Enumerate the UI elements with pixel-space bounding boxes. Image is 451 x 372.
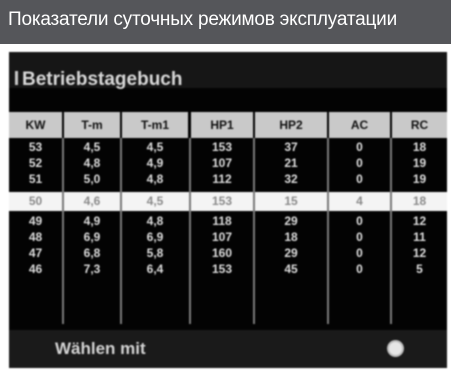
table-cell: 19 xyxy=(412,172,427,186)
table-cell: 51 xyxy=(28,172,43,186)
table-cell: 29 xyxy=(284,214,298,228)
table-cell: 46 xyxy=(28,262,43,276)
table-cell: 48 xyxy=(28,230,43,244)
table-cell: 153 xyxy=(211,262,233,276)
column-header: T-m xyxy=(64,112,120,138)
operating-log-table: KW T-m T-m1 HP1 HP2 AC RC 53 4,5 4,5 153 37 0 18 52 4,… xyxy=(9,112,447,324)
table-cell: 112 xyxy=(212,172,232,186)
column-divider xyxy=(390,138,392,324)
table-cell: 6,9 xyxy=(146,230,164,244)
table-cell: 7,3 xyxy=(83,262,101,276)
screen-header: Betriebstagebuch xyxy=(9,52,447,90)
footer-hint: Wählen mit xyxy=(55,339,146,358)
column-divider xyxy=(253,138,255,324)
column-divider xyxy=(327,138,329,324)
table-cell: 4,9 xyxy=(83,214,101,228)
title-bar: Показатели суточных режимов эксплуатации xyxy=(0,0,451,44)
window-title: Показатели суточных режимов эксплуатации xyxy=(8,9,397,30)
table-row[interactable]: 48 6,9 6,9 107 18 0 11 xyxy=(9,230,447,245)
table-cell: 50 xyxy=(28,194,43,208)
rotary-knob-icon xyxy=(389,342,402,355)
table-cell: 5,0 xyxy=(83,172,101,186)
column-header: RC xyxy=(392,112,447,138)
screen-footer: Wählen mit xyxy=(9,330,447,368)
table-row-selected[interactable]: 50 4,6 4,5 153 15 4 18 xyxy=(9,192,447,211)
table-cell: 118 xyxy=(212,214,232,228)
table-cell: 4 xyxy=(356,194,363,208)
table-cell: 18 xyxy=(284,230,298,244)
table-cell: 52 xyxy=(28,156,43,170)
column-divider xyxy=(189,138,191,324)
table-cell: 37 xyxy=(284,140,298,154)
table-cell: 0 xyxy=(356,172,363,186)
table-cell: 12 xyxy=(412,214,427,228)
table-cell: 0 xyxy=(356,156,363,170)
table-row[interactable]: 53 4,5 4,5 153 37 0 18 xyxy=(9,140,447,155)
table-cell: 107 xyxy=(211,156,233,170)
table-row[interactable]: 47 6,8 5,8 160 29 0 12 xyxy=(9,246,447,261)
table-cell: 6,9 xyxy=(83,230,101,244)
table-cell: 0 xyxy=(356,230,363,244)
table-cell: 5,8 xyxy=(146,246,164,260)
table-row[interactable]: 51 5,0 4,8 112 32 0 19 xyxy=(9,172,447,187)
table-cell: 0 xyxy=(356,246,363,260)
column-header: AC xyxy=(329,112,390,138)
table-cell: 15 xyxy=(284,194,298,208)
column-divider xyxy=(120,138,122,324)
column-header: HP1 xyxy=(191,112,253,138)
table-cell: 45 xyxy=(284,262,298,276)
table-cell: 6,8 xyxy=(83,246,101,260)
table-cell: 18 xyxy=(412,194,427,208)
table-cell: 4,5 xyxy=(146,140,164,154)
table-cell: 0 xyxy=(356,262,363,276)
table-cell: 21 xyxy=(284,156,298,170)
table-cell: 160 xyxy=(211,246,233,260)
table-header: KW T-m T-m1 HP1 HP2 AC RC xyxy=(9,112,447,138)
table-cell: 5 xyxy=(416,262,423,276)
table-cell: 29 xyxy=(284,246,298,260)
table-cell: 0 xyxy=(356,140,363,154)
table-cell: 4,5 xyxy=(83,140,101,154)
column-header: HP2 xyxy=(255,112,327,138)
table-cell: 18 xyxy=(412,140,427,154)
table-cell: 153 xyxy=(211,140,233,154)
table-cell: 6,4 xyxy=(146,262,164,276)
table-row[interactable]: 46 7,3 6,4 153 45 0 5 xyxy=(9,262,447,277)
table-row[interactable]: 49 4,9 4,8 118 29 0 12 xyxy=(9,214,447,229)
table-row[interactable]: 52 4,8 4,9 107 21 0 19 xyxy=(9,156,447,171)
table-cell: 12 xyxy=(412,246,427,260)
table-cell: 107 xyxy=(211,230,233,244)
table-cell: 19 xyxy=(412,156,427,170)
table-cell: 11 xyxy=(413,230,426,244)
scroll-indicator xyxy=(15,71,18,85)
column-header: T-m1 xyxy=(122,112,188,138)
device-screen: Betriebstagebuch KW T-m T-m1 HP1 HP2 AC RC 53 4… xyxy=(9,52,447,368)
table-cell: 4,8 xyxy=(83,156,101,170)
table-cell: 4,6 xyxy=(83,194,101,208)
column-header: KW xyxy=(9,112,62,138)
table-cell: 47 xyxy=(28,246,43,260)
table-cell: 0 xyxy=(356,214,363,228)
table-cell: 32 xyxy=(284,172,298,186)
table-cell: 4,8 xyxy=(146,172,164,186)
table-cell: 4,8 xyxy=(146,214,164,228)
table-cell: 4,9 xyxy=(146,156,164,170)
screen-header-label: Betriebstagebuch xyxy=(22,69,183,90)
column-divider xyxy=(62,138,64,324)
table-cell: 4,5 xyxy=(146,194,164,208)
table-cell: 49 xyxy=(28,214,43,228)
table-cell: 53 xyxy=(28,140,43,154)
table-cell: 153 xyxy=(211,194,233,208)
